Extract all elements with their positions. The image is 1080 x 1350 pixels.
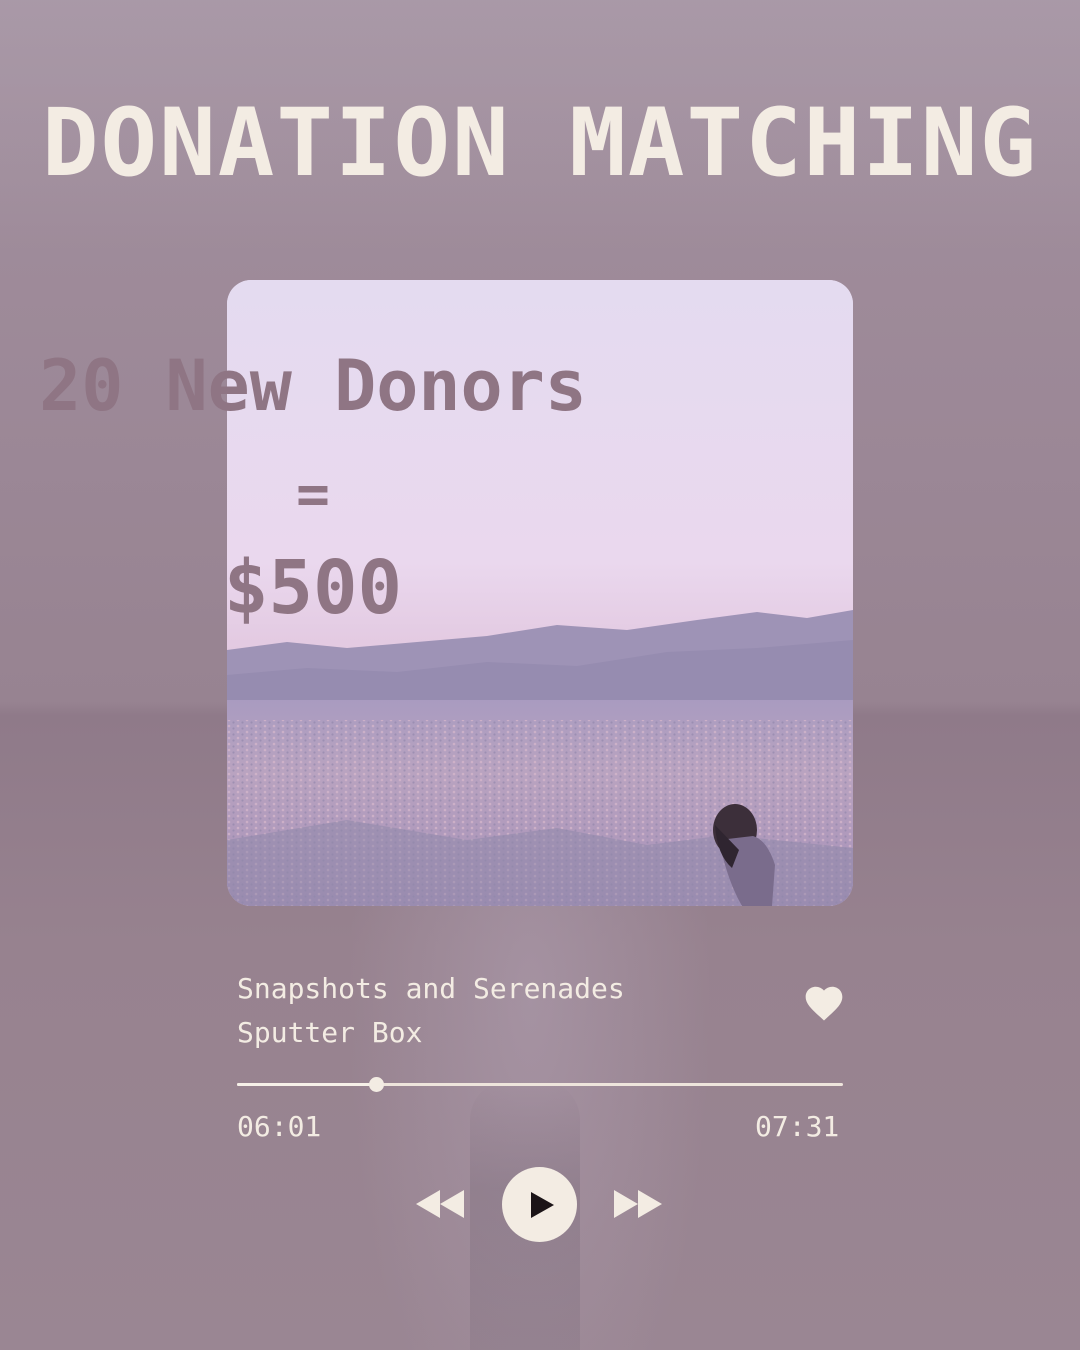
- progress-bar[interactable]: [237, 1077, 843, 1092]
- match-amount: $500: [223, 545, 403, 631]
- fast-forward-icon: [614, 1190, 662, 1218]
- rewind-button[interactable]: [414, 1186, 466, 1222]
- heart-icon[interactable]: [802, 982, 846, 1026]
- fast-forward-button[interactable]: [612, 1186, 664, 1222]
- play-button[interactable]: [502, 1167, 577, 1242]
- donor-goal-headline: 20 New Donors: [39, 345, 587, 427]
- elapsed-time: 06:01: [237, 1110, 322, 1143]
- rewind-icon: [416, 1190, 464, 1218]
- play-icon: [531, 1192, 554, 1218]
- total-time: 07:31: [755, 1110, 840, 1143]
- page-title: DONATION MATCHING: [41, 89, 1039, 198]
- equals-sign: =: [296, 462, 330, 527]
- track-title: Snapshots and Serenades: [237, 972, 625, 1005]
- progress-fill: [237, 1083, 377, 1086]
- track-artist: Sputter Box: [237, 1016, 423, 1049]
